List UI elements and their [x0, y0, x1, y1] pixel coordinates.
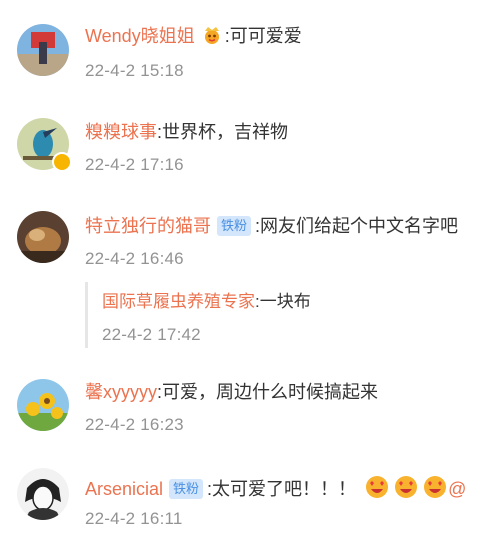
- comment-line: Wendy晓姐姐 :可可爱爱: [85, 24, 302, 51]
- heart-eyes-emoji-icon: [364, 474, 390, 506]
- comment-text: :网友们给起个中文名字吧: [255, 216, 459, 236]
- avatar[interactable]: [17, 211, 69, 263]
- timestamp: 22-4-2 15:18: [85, 61, 184, 80]
- verified-badge-icon: [52, 152, 72, 172]
- avatar[interactable]: [17, 468, 69, 520]
- timestamp: 22-4-2 17:16: [85, 155, 184, 174]
- comment-line: 糗糗球事:世界杯，吉祥物: [85, 120, 288, 144]
- mention-at[interactable]: @: [448, 479, 466, 499]
- reply-line: 国际草履虫养殖专家:一块布: [102, 290, 311, 314]
- comment-text: :太可爱了吧！！！: [207, 479, 357, 499]
- heart-eyes-emoji-icon: [393, 474, 419, 506]
- timestamp: 22-4-2 16:23: [85, 415, 184, 434]
- comment-line: 馨xyyyyy:可爱，周边什么时候搞起来: [85, 380, 378, 404]
- comment-text: :世界杯，吉祥物: [157, 122, 289, 142]
- avatar[interactable]: [17, 379, 69, 431]
- reply-timestamp: 22-4-2 17:42: [102, 325, 201, 344]
- comment-line: Arsenicial 铁粉:太可爱了吧！！！ @: [85, 474, 466, 506]
- fan-badge: 铁粉: [169, 479, 204, 499]
- username[interactable]: 糗糗球事: [85, 122, 157, 142]
- comment-text: :可可爱爱: [224, 26, 302, 46]
- username[interactable]: 特立独行的猫哥: [85, 216, 211, 236]
- timestamp: 22-4-2 16:46: [85, 249, 184, 268]
- fan-badge: 铁粉: [217, 216, 252, 236]
- reply-text: :一块布: [255, 292, 311, 311]
- reply-item: 国际草履虫养殖专家:一块布 22-4-2 17:42: [85, 282, 468, 348]
- username[interactable]: Wendy晓姐姐: [85, 26, 195, 46]
- comment-text: :可爱，周边什么时候搞起来: [157, 382, 378, 402]
- crown-icon: [201, 25, 223, 51]
- heart-eyes-emoji-icon: [422, 474, 448, 506]
- timestamp: 22-4-2 16:11: [85, 509, 183, 528]
- comment-line: 特立独行的猫哥 铁粉:网友们给起个中文名字吧: [85, 214, 458, 238]
- username[interactable]: 馨xyyyyy: [85, 382, 157, 402]
- username[interactable]: Arsenicial: [85, 479, 163, 499]
- reply-username[interactable]: 国际草履虫养殖专家: [102, 292, 255, 311]
- avatar[interactable]: [17, 24, 69, 76]
